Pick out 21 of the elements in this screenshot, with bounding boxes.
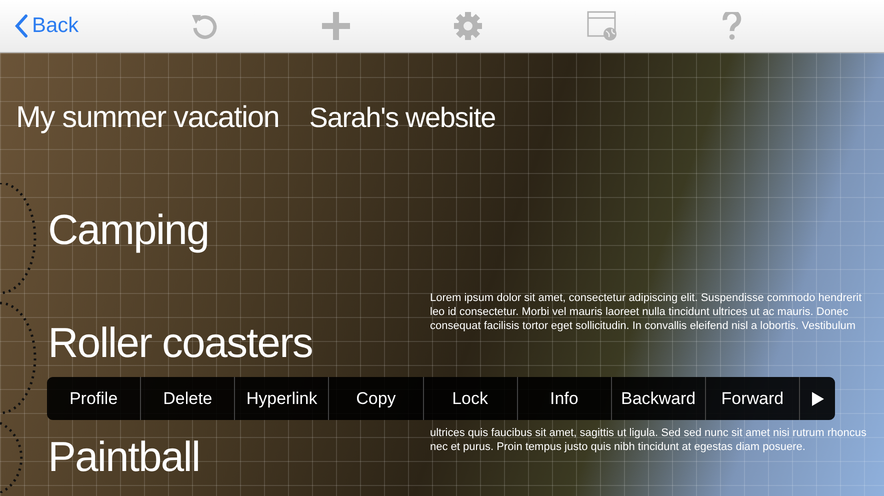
body-paragraph: Lorem ipsum dolor sit amet, consectetur adipiscing elit. Suspendisse commodo hendrerit leo id consectetur. Morbi vel mauris laoreet nulla tincidunt ultrices ut ac mauris. Donec consequat facilisis tortor eget sollicitudin. In convallis eleifend nisl a lobortis. Vestibulum: [430, 291, 863, 333]
menu-item[interactable]: Hyperlink: [234, 377, 328, 420]
help-icon[interactable]: [722, 12, 742, 40]
section-heading: Camping: [48, 205, 209, 255]
menu-item[interactable]: Copy: [328, 377, 422, 420]
menu-item[interactable]: Info: [516, 377, 611, 420]
menu-item[interactable]: Forward: [704, 377, 799, 420]
site-subtitle: Sarah's website: [309, 101, 496, 135]
menu-item[interactable]: Delete: [140, 377, 234, 420]
settings-icon[interactable]: [453, 11, 484, 41]
back-chevron-icon: [14, 14, 28, 38]
menu-item[interactable]: Backward: [610, 377, 705, 420]
body-paragraph: ultrices quis faucibus sit amet, sagittis ut ligula. Sed sed nunc sit amet nisi rutrum rhoncus nec et purus. Proin tempus justo quis nibh tincidunt at egestas diam posuere.: [430, 426, 868, 454]
menu-item[interactable]: Lock: [422, 377, 517, 420]
site-title: My summer vacation: [16, 100, 280, 136]
section-heading: Paintball: [48, 432, 200, 482]
add-icon[interactable]: [322, 12, 350, 40]
menu-item[interactable]: Profile: [47, 377, 140, 420]
browser-window-globe-icon[interactable]: [586, 11, 619, 41]
back-button[interactable]: Back: [14, 10, 79, 42]
section-heading: Roller coasters: [48, 318, 312, 368]
